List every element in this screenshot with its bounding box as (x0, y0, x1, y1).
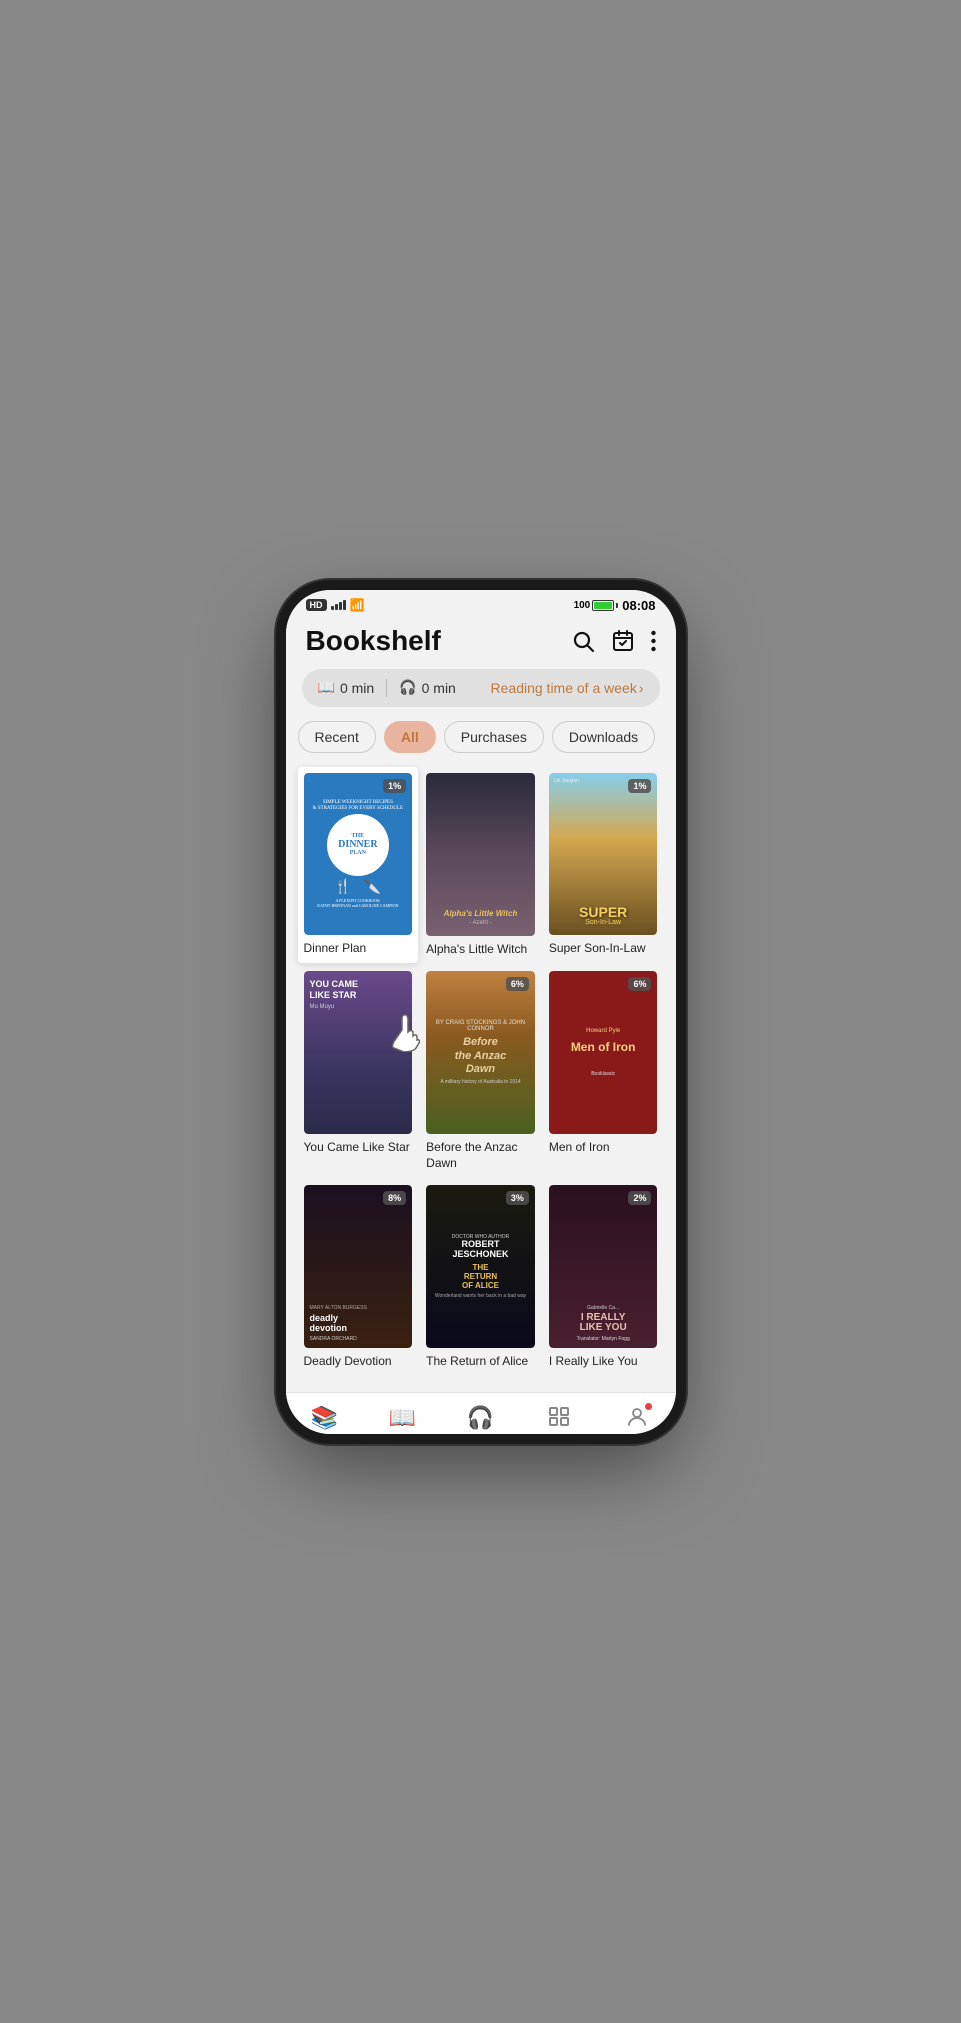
book-title: I Really Like You (549, 1354, 638, 1370)
signal-icon (331, 600, 346, 610)
header: Bookshelf (286, 617, 676, 669)
calendar-button[interactable] (611, 629, 635, 653)
bookshelf-icon: 📚 (311, 1405, 338, 1431)
chevron-right-icon: › (639, 680, 644, 696)
book-minutes: 0 min (340, 680, 374, 696)
book-progress-badge: 1% (383, 779, 406, 793)
wifi-icon: 📶 (350, 598, 365, 612)
book-progress-badge: 8% (383, 1191, 406, 1205)
audio-reading-stat: 🎧 0 min (399, 679, 456, 696)
book-progress-badge: 1% (628, 779, 651, 793)
book-title: Dinner Plan (304, 941, 367, 957)
list-item[interactable]: BY CRAIG STOCKINGS & JOHN CONNOR Beforet… (420, 965, 541, 1177)
audiobooks-icon: 🎧 (467, 1405, 494, 1431)
bottom-nav: 📚 Bookshelf 📖 Bookstore 🎧 Audiobooks (286, 1392, 676, 1434)
reading-time-link[interactable]: Reading time of a week › (491, 680, 644, 696)
phone-screen: HD 📶 100 08:08 Bookshelf (286, 590, 676, 1434)
audio-minutes: 0 min (422, 680, 456, 696)
me-icon (626, 1405, 648, 1433)
tab-downloads[interactable]: Downloads (552, 721, 655, 753)
book-title: You Came Like Star (304, 1140, 410, 1156)
list-item[interactable]: SIMPLE WEEKNIGHT RECIPES& STRATEGIES FOR… (298, 767, 419, 964)
list-item[interactable]: DOCTOR WHO AUTHOR ROBERTJESCHONEK THERET… (420, 1179, 541, 1376)
list-item[interactable]: MARY ALTON BURGESS deadlydevotion SANDRA… (298, 1179, 419, 1376)
book-reading-stat: 📖 0 min (318, 679, 375, 696)
book-progress-badge: 3% (506, 1191, 529, 1205)
time-display: 08:08 (622, 598, 655, 613)
battery-icon: 100 (574, 600, 619, 611)
book-progress-badge: 2% (628, 1191, 651, 1205)
nav-item-bookstore[interactable]: 📖 Bookstore (364, 1401, 442, 1434)
book-icon: 📖 (318, 679, 335, 696)
book-title: The Return of Alice (426, 1354, 528, 1370)
nav-item-audiobooks[interactable]: 🎧 Audiobooks (442, 1401, 520, 1434)
book-grid: SIMPLE WEEKNIGHT RECIPES& STRATEGIES FOR… (286, 767, 676, 1376)
list-item[interactable]: Howard Pyle Men of Iron Booklassic 6% Me… (543, 965, 664, 1177)
tab-all[interactable]: All (384, 721, 436, 753)
phone-frame: HD 📶 100 08:08 Bookshelf (286, 590, 676, 1434)
page-title: Bookshelf (306, 625, 441, 657)
reading-time-bar[interactable]: 📖 0 min 🎧 0 min Reading time of a week › (302, 669, 660, 707)
status-bar: HD 📶 100 08:08 (286, 590, 676, 617)
book-progress-badge: 6% (506, 977, 529, 991)
book-title: Before the Anzac Dawn (426, 1140, 535, 1171)
bookstore-icon: 📖 (389, 1405, 416, 1431)
nav-item-me[interactable]: Me (598, 1401, 676, 1434)
book-title: Super Son-In-Law (549, 941, 646, 957)
tab-purchases[interactable]: Purchases (444, 721, 544, 753)
tab-recent[interactable]: Recent (298, 721, 376, 753)
hd-badge: HD (306, 599, 327, 611)
categories-icon (548, 1405, 570, 1432)
more-options-button[interactable] (651, 630, 656, 652)
list-item[interactable]: Lin Jianjian SUPER Son-In-Law 1% Super S… (543, 767, 664, 964)
book-title: Deadly Devotion (304, 1354, 392, 1370)
filter-tabs: Recent All Purchases Downloads (286, 721, 676, 767)
list-item[interactable]: Alpha's Little Witch - Azeht - Alpha's L… (420, 767, 541, 964)
book-progress-badge: 6% (628, 977, 651, 991)
list-item[interactable]: YOU CAMELIKE STAR Mu Muyu You Came Like … (298, 965, 419, 1177)
notification-dot (645, 1403, 652, 1410)
search-button[interactable] (571, 629, 595, 653)
headphone-icon: 🎧 (399, 679, 416, 696)
list-item[interactable]: Gabrielle Ca... I REALLYLIKE YOU Transla… (543, 1179, 664, 1376)
nav-item-categories[interactable]: Categories (520, 1401, 598, 1434)
nav-item-bookshelf[interactable]: 📚 Bookshelf (286, 1401, 364, 1434)
book-title: Men of Iron (549, 1140, 610, 1156)
book-title: Alpha's Little Witch (426, 942, 527, 958)
